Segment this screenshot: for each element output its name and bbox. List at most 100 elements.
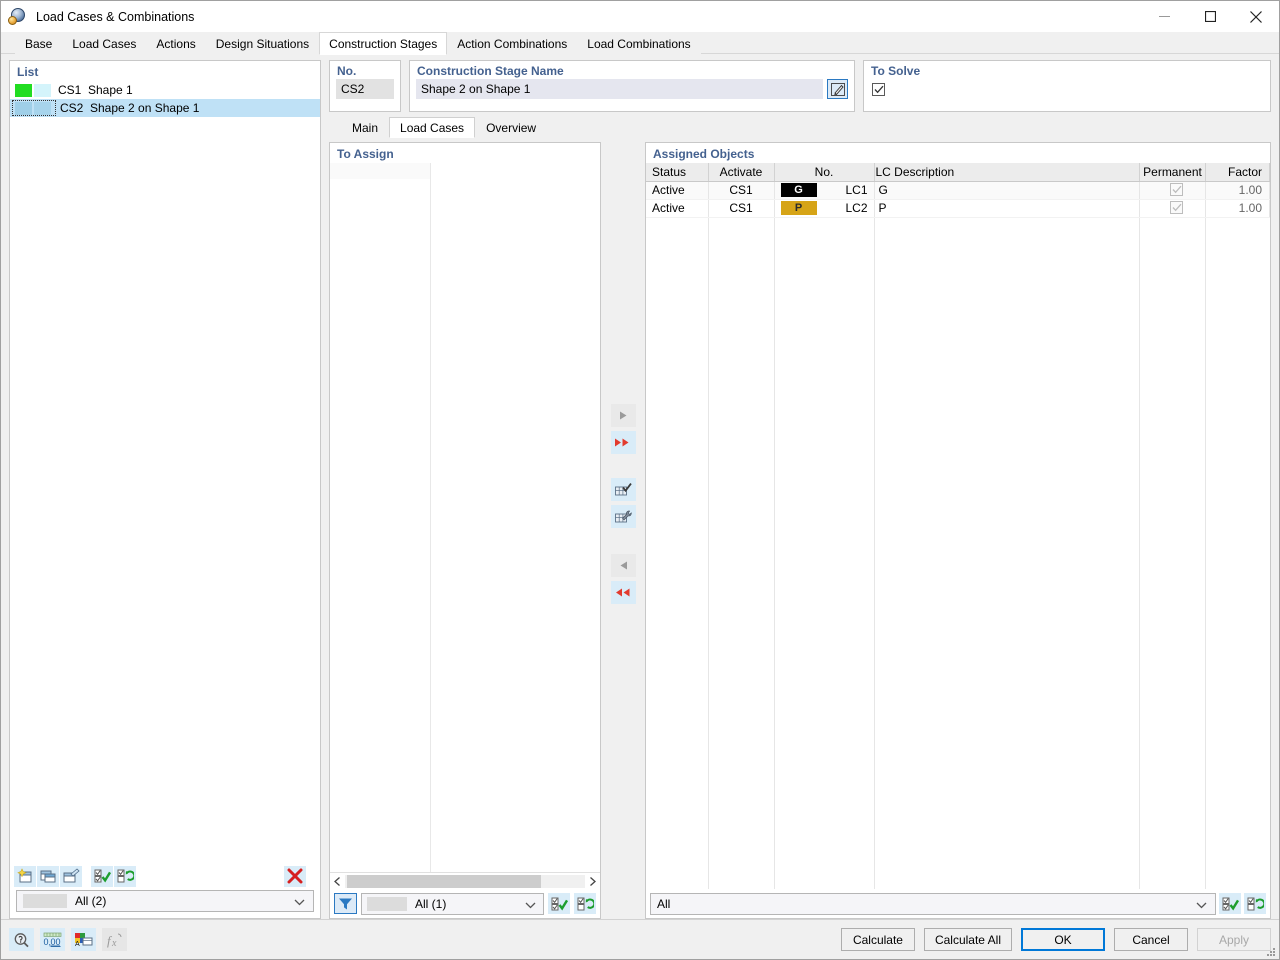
- construction-stage-detail: No. CS2 Construction Stage Name Shape 2 …: [329, 60, 1271, 919]
- tab-overview[interactable]: Overview: [475, 117, 547, 137]
- select-all-button[interactable]: [91, 866, 113, 887]
- construction-stage-list-panel: List CS1 Shape 1 CS2 Shape 2 o: [9, 60, 321, 919]
- display-properties-icon[interactable]: A: [71, 928, 96, 951]
- column-header-no[interactable]: No.: [774, 163, 874, 181]
- minimize-button[interactable]: [1141, 1, 1187, 32]
- import-construction-stage-button[interactable]: [60, 866, 82, 887]
- tab-load-cases[interactable]: Load Cases: [62, 33, 146, 54]
- color-swatch-secondary: [34, 84, 51, 97]
- cell-factor: 1.00: [1206, 199, 1270, 217]
- cell-status: Active: [646, 199, 708, 217]
- copy-construction-stage-button[interactable]: [37, 866, 59, 887]
- cell-activate[interactable]: CS1: [708, 199, 774, 217]
- detail-tab-bar: Main Load Cases Overview: [329, 117, 1271, 137]
- tab-action-combinations[interactable]: Action Combinations: [447, 33, 577, 54]
- stage-name-input[interactable]: Shape 2 on Shape 1: [416, 79, 823, 99]
- tab-design-situations[interactable]: Design Situations: [206, 33, 319, 54]
- load-case-badge: P: [781, 201, 817, 215]
- assigned-filter-value: All: [657, 897, 670, 911]
- stage-header-row: No. CS2 Construction Stage Name Shape 2 …: [329, 60, 1271, 112]
- dialog-window: Load Cases & Combinations Base Load Case…: [0, 0, 1280, 960]
- scroll-thumb[interactable]: [347, 875, 541, 888]
- list-panel-title: List: [10, 61, 320, 81]
- window-controls: [1141, 1, 1279, 32]
- cancel-button[interactable]: Cancel: [1114, 928, 1188, 951]
- to-assign-filter-value: All (1): [415, 897, 446, 911]
- cell-no: P LC2: [774, 199, 874, 217]
- to-assign-hscrollbar[interactable]: [330, 872, 600, 889]
- to-assign-filter-combo[interactable]: All (1): [361, 893, 544, 915]
- column-header-lc-description[interactable]: LC Description: [874, 163, 1140, 181]
- construction-stage-list[interactable]: CS1 Shape 1 CS2 Shape 2 on Shape 1: [10, 81, 320, 862]
- cell-permanent: [1140, 181, 1206, 199]
- column-header-permanent[interactable]: Permanent: [1140, 163, 1206, 181]
- table-row[interactable]: Active CS1 G LC1 G: [646, 181, 1270, 199]
- assign-selected-button[interactable]: [611, 404, 636, 427]
- color-swatch-primary: [15, 84, 32, 97]
- delete-button[interactable]: [284, 866, 306, 887]
- scroll-track[interactable]: [345, 875, 585, 888]
- list-filter-combo[interactable]: All (2): [16, 890, 314, 912]
- to-solve-label: To Solve: [864, 61, 1270, 79]
- unassign-all-button[interactable]: [611, 581, 636, 604]
- ok-button[interactable]: OK: [1021, 928, 1105, 951]
- stage-no-value: CS2: [336, 79, 394, 99]
- footer-buttons: Calculate Calculate All OK Cancel Apply: [841, 928, 1271, 951]
- configure-load-case-button[interactable]: [611, 505, 636, 528]
- edit-name-button[interactable]: [827, 79, 848, 99]
- resize-grip[interactable]: [1266, 947, 1276, 957]
- tab-main[interactable]: Main: [341, 117, 389, 137]
- tab-base[interactable]: Base: [15, 33, 62, 54]
- to-solve-box: To Solve: [863, 60, 1271, 112]
- help-magnifier-icon[interactable]: [9, 928, 34, 951]
- table-row[interactable]: Active CS1 P LC2 P: [646, 199, 1270, 217]
- invert-selection-button[interactable]: [574, 893, 596, 914]
- cell-permanent: [1140, 199, 1206, 217]
- assign-all-button[interactable]: [611, 431, 636, 454]
- assigned-objects-table: Status Activate No. LC Description Perma…: [646, 163, 1270, 218]
- calculate-all-button[interactable]: Calculate All: [924, 928, 1012, 951]
- select-all-button[interactable]: [548, 893, 570, 914]
- scroll-left-icon[interactable]: [330, 874, 345, 889]
- to-solve-checkbox[interactable]: [872, 83, 885, 96]
- decimal-places-icon[interactable]: 0, 00: [40, 928, 65, 951]
- calculate-button[interactable]: Calculate: [841, 928, 915, 951]
- color-swatches: [12, 100, 56, 116]
- tab-load-combinations[interactable]: Load Combinations: [577, 33, 700, 54]
- to-assign-footer: All (1): [330, 889, 600, 918]
- list-item[interactable]: CS1 Shape 1: [10, 81, 320, 99]
- tab-construction-stages[interactable]: Construction Stages: [319, 32, 447, 55]
- table-empty-area[interactable]: [646, 218, 1270, 890]
- invert-selection-button[interactable]: [1244, 893, 1266, 914]
- load-case-no: LC2: [845, 201, 867, 215]
- filter-button[interactable]: [334, 893, 357, 914]
- apply-button: Apply: [1197, 928, 1271, 951]
- close-button[interactable]: [1233, 1, 1279, 32]
- tab-actions[interactable]: Actions: [146, 33, 205, 54]
- assigned-objects-footer: All: [646, 889, 1270, 918]
- column-header-factor[interactable]: Factor: [1206, 163, 1270, 181]
- column-header-status[interactable]: Status: [646, 163, 708, 181]
- to-assign-list[interactable]: [330, 163, 600, 872]
- dialog-footer: 0, 00 A f x Calculate: [1, 919, 1279, 959]
- select-all-button[interactable]: [1219, 893, 1241, 914]
- new-construction-stage-button[interactable]: [14, 866, 36, 887]
- list-item[interactable]: CS2 Shape 2 on Shape 1: [10, 99, 320, 117]
- list-item-no: CS1: [54, 83, 84, 97]
- scroll-right-icon[interactable]: [585, 874, 600, 889]
- unassign-selected-button[interactable]: [611, 554, 636, 577]
- tab-load-cases-inner[interactable]: Load Cases: [389, 117, 475, 138]
- assigned-objects-title: Assigned Objects: [646, 143, 1270, 163]
- assigned-filter-combo[interactable]: All: [650, 893, 1216, 915]
- color-swatches: [12, 84, 54, 97]
- window-title: Load Cases & Combinations: [36, 10, 194, 24]
- cell-activate[interactable]: CS1: [708, 181, 774, 199]
- maximize-button[interactable]: [1187, 1, 1233, 32]
- color-swatch-primary: [15, 102, 32, 115]
- load-case-no: LC1: [845, 183, 867, 197]
- cell-factor: 1.00: [1206, 181, 1270, 199]
- invert-selection-button[interactable]: [114, 866, 136, 887]
- column-header-activate[interactable]: Activate: [708, 163, 774, 181]
- edit-load-case-button[interactable]: [611, 478, 636, 501]
- no-label: No.: [330, 61, 400, 79]
